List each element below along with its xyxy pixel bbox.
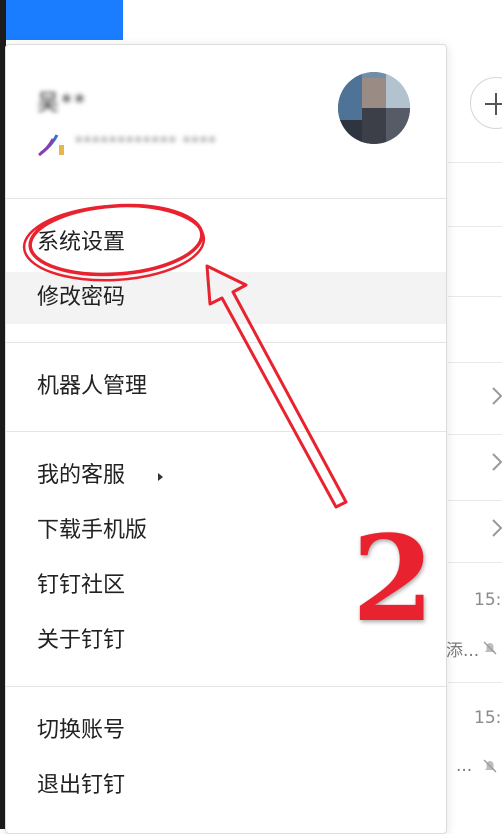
user-account-id: ************ **** [75, 133, 217, 151]
chevron-right-icon[interactable] [490, 386, 502, 406]
chevron-right-icon[interactable] [490, 452, 502, 472]
menu-item-label: 我的客服 [37, 463, 126, 488]
message-time: 15: [474, 708, 502, 728]
plus-icon [485, 93, 502, 115]
list-divider [448, 434, 502, 435]
step-number: 2 [350, 509, 435, 648]
menu-item-robot-management[interactable]: 机器人管理 [6, 361, 446, 413]
user-subtitle: ************ **** [37, 131, 337, 157]
user-name: 吴** [37, 91, 88, 116]
list-divider [448, 162, 502, 163]
list-divider [448, 682, 502, 683]
mute-bell-icon [483, 641, 497, 655]
add-button[interactable] [470, 77, 502, 129]
submenu-arrow-icon [158, 473, 163, 481]
list-divider [448, 500, 502, 501]
menu-item-change-password[interactable]: 修改密码 [6, 272, 446, 324]
list-divider [448, 562, 502, 563]
menu-item-my-service[interactable]: 我的客服 [6, 450, 446, 502]
app-titlebar-accent [0, 0, 123, 40]
menu-divider [6, 198, 446, 199]
list-divider [448, 226, 502, 227]
message-snippet: ... [456, 756, 473, 776]
chevron-right-icon[interactable] [490, 518, 502, 538]
message-snippet: 添... [446, 641, 480, 661]
menu-item-system-settings[interactable]: 系统设置 [6, 217, 446, 269]
mute-bell-icon [483, 759, 497, 773]
account-dropdown-menu: 吴** ************ **** 系统设置 修改密码 机器人管理 我的… [5, 44, 447, 834]
menu-item-logout[interactable]: 退出钉钉 [6, 760, 446, 812]
menu-divider [6, 342, 446, 343]
list-divider [448, 362, 502, 363]
message-time: 15: [474, 590, 502, 610]
menu-divider [6, 686, 446, 687]
menu-item-switch-account[interactable]: 切换账号 [6, 705, 446, 757]
menu-divider [6, 431, 446, 432]
profile-header[interactable]: 吴** ************ **** [6, 45, 446, 195]
list-divider [448, 296, 502, 297]
org-logo-icon [38, 134, 64, 157]
avatar[interactable] [338, 72, 410, 144]
